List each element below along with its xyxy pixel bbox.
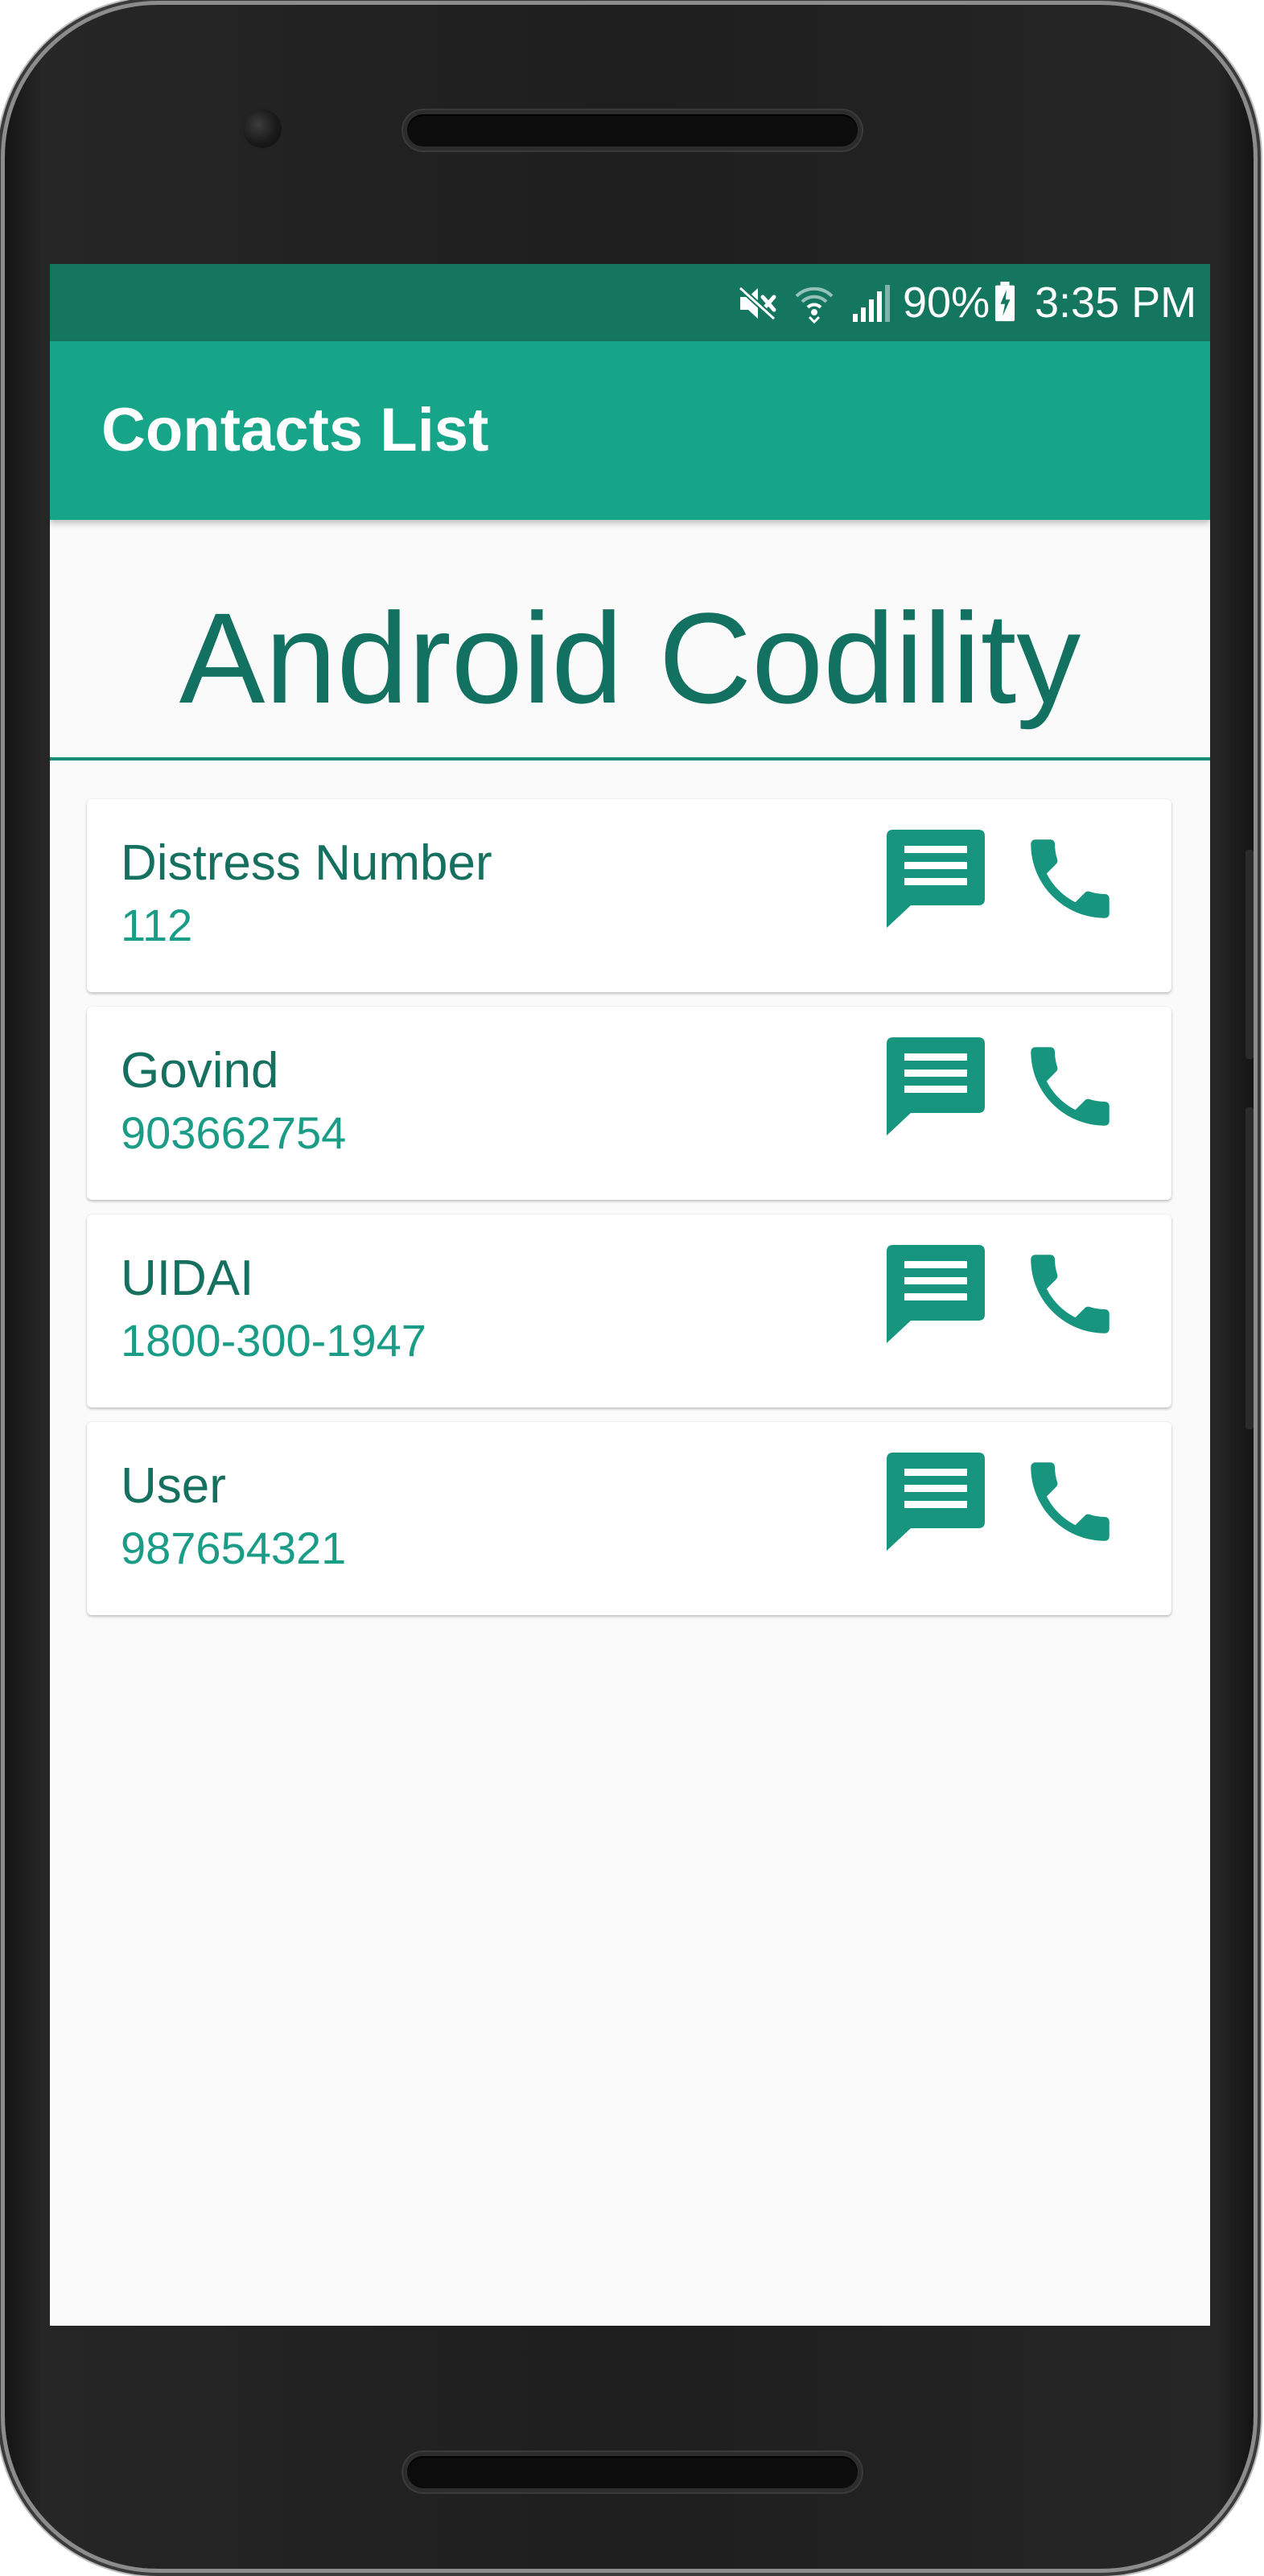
clock-time: 3:35 PM: [1035, 278, 1197, 327]
battery-charging-icon: [994, 282, 1015, 322]
contact-number: 1800-300-1947: [121, 1315, 426, 1366]
message-icon: [887, 1037, 985, 1136]
contact-card[interactable]: Govind 903662754: [87, 1007, 1171, 1200]
contact-number: 903662754: [121, 1107, 347, 1158]
phone-icon: [1031, 1462, 1110, 1541]
wifi-icon: [795, 286, 834, 324]
header-divider: [50, 757, 1210, 760]
call-button[interactable]: [1014, 1242, 1126, 1346]
phone-icon: [1031, 1047, 1110, 1126]
message-button[interactable]: [883, 1034, 988, 1139]
message-icon: [887, 1453, 985, 1551]
contact-card[interactable]: UIDAI 1800-300-1947: [87, 1214, 1171, 1408]
status-bar: 90% 3:35 PM: [50, 264, 1210, 341]
phone-icon: [1031, 1255, 1110, 1333]
app-bar: Contacts List: [50, 341, 1210, 520]
battery-percent: 90%: [903, 278, 990, 327]
volume-button: [1245, 1107, 1254, 1429]
contact-name: Distress Number: [121, 835, 492, 891]
message-button[interactable]: [883, 1242, 988, 1346]
signal-icon: [853, 285, 890, 322]
message-button[interactable]: [883, 826, 988, 931]
call-button[interactable]: [1014, 1449, 1126, 1554]
contact-name: UIDAI: [121, 1251, 254, 1306]
app-screen: 90% 3:35 PM Contacts List Android Codili…: [50, 264, 1210, 2326]
top-speaker: [407, 114, 858, 146]
contact-number: 112: [121, 900, 193, 950]
call-button[interactable]: [1014, 1034, 1126, 1139]
contact-card[interactable]: Distress Number 112: [87, 799, 1171, 992]
power-button: [1245, 850, 1254, 1059]
page-title: Android Codility: [179, 586, 1081, 730]
message-icon: [887, 830, 985, 928]
message-icon: [887, 1245, 985, 1343]
contact-name: User: [121, 1458, 226, 1514]
bottom-speaker: [407, 2456, 858, 2488]
message-button[interactable]: [883, 1449, 988, 1554]
mute-icon: [737, 284, 778, 323]
call-button[interactable]: [1014, 826, 1126, 931]
phone-icon: [1031, 839, 1110, 918]
contact-card[interactable]: User 987654321: [87, 1422, 1171, 1615]
front-camera: [243, 109, 282, 148]
contact-list: Distress Number 112 Govind 903662754 UID…: [87, 799, 1171, 1630]
contact-number: 987654321: [121, 1523, 347, 1573]
contact-name: Govind: [121, 1043, 279, 1098]
app-bar-title: Contacts List: [101, 396, 489, 464]
